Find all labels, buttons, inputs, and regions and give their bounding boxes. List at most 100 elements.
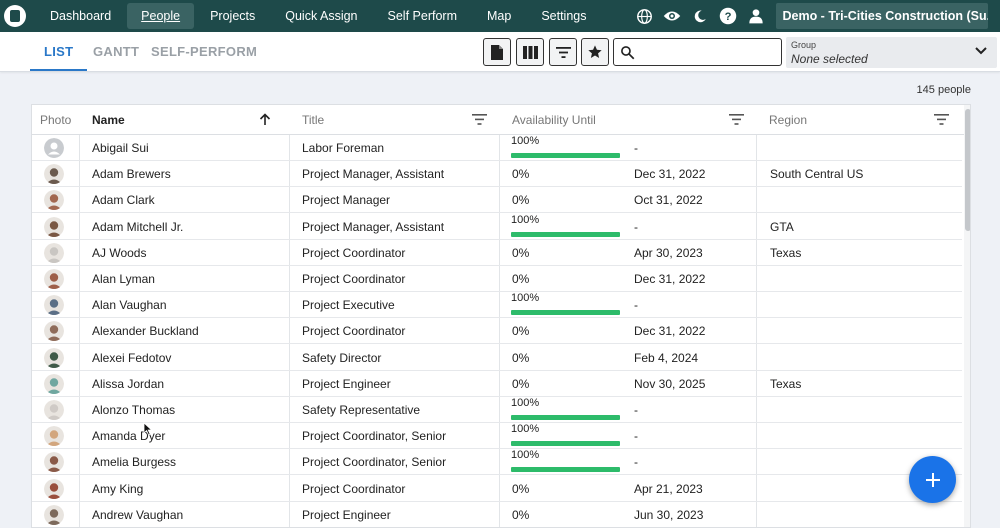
person-title: Project Coordinator — [302, 481, 406, 496]
table-row[interactable]: Adam Mitchell Jr. Project Manager, Assist… — [32, 214, 962, 240]
availability-cell: 100% — [499, 135, 629, 161]
company-selector[interactable]: Demo - Tri-Cities Construction (Su... — [776, 3, 989, 29]
tab-self-perform[interactable]: SELF-PERFORM — [151, 44, 257, 59]
person-name[interactable]: AJ Woods — [92, 240, 282, 266]
user-icon[interactable] — [747, 7, 765, 25]
nav-settings[interactable]: Settings — [527, 3, 600, 29]
availability-percent: 0% — [512, 167, 530, 182]
table-scrollbar[interactable] — [964, 105, 970, 527]
star-icon — [588, 45, 602, 58]
tab-list[interactable]: LIST — [44, 44, 73, 59]
person-name[interactable]: Alexei Fedotov — [92, 345, 282, 371]
person-title: Project Coordinator — [302, 245, 406, 260]
person-title: Safety Representative — [302, 403, 421, 417]
app-logo-icon[interactable] — [4, 5, 26, 27]
availability-date: - — [634, 455, 638, 470]
person-region — [770, 502, 955, 527]
table-row[interactable]: Alexander Buckland Project Coordinator 0% D… — [32, 318, 962, 345]
person-name[interactable]: Andrew Vaughan — [92, 502, 282, 527]
person-name[interactable]: Amanda Dyer — [92, 423, 282, 449]
document-button[interactable] — [483, 38, 511, 66]
moon-icon[interactable] — [691, 7, 709, 25]
person-region — [770, 292, 955, 318]
columns-icon — [522, 45, 538, 59]
person-region: South Central US — [770, 167, 864, 182]
search-icon — [621, 46, 635, 60]
filter-button[interactable] — [549, 38, 577, 66]
person-name[interactable]: Alexander Buckland — [92, 318, 282, 344]
availability-percent: 100% — [511, 135, 540, 147]
add-person-button[interactable] — [909, 456, 956, 503]
person-name[interactable]: Adam Mitchell Jr. — [92, 214, 282, 240]
person-name[interactable]: Amelia Burgess — [92, 449, 282, 475]
table-row[interactable]: Andrew Vaughan Project Engineer 0% Jun 30, … — [32, 502, 962, 527]
header-title[interactable]: Title — [302, 105, 324, 135]
search-input[interactable] — [640, 43, 778, 61]
table-row[interactable]: Alan Lyman Project Coordinator 0% Dec 31, 2… — [32, 266, 962, 292]
table-row[interactable]: Amy King Project Coordinator 0% Apr 21, 202… — [32, 476, 962, 502]
person-name[interactable]: Adam Brewers — [92, 161, 282, 187]
title-filter-icon[interactable] — [472, 114, 487, 125]
availability-date: Dec 31, 2022 — [634, 324, 706, 339]
sort-ascending-icon[interactable] — [259, 113, 271, 126]
availability-bar — [511, 231, 620, 237]
nav-quick-assign[interactable]: Quick Assign — [271, 3, 371, 29]
person-region — [770, 345, 955, 371]
nav-self-perform[interactable]: Self Perform — [374, 3, 471, 29]
availability-bar — [511, 441, 620, 447]
table-row[interactable]: Abigail Sui Labor Foreman 100% - — [32, 135, 962, 161]
document-icon — [491, 44, 503, 60]
person-name[interactable]: Alonzo Thomas — [92, 397, 282, 423]
region-filter-icon[interactable] — [934, 114, 949, 125]
columns-button[interactable] — [516, 38, 544, 66]
group-value: None selected — [791, 52, 868, 66]
table-row[interactable]: Amelia Burgess Project Coordinator, Senio… — [32, 449, 962, 476]
person-region: Texas — [770, 245, 802, 260]
availability-filter-icon[interactable] — [729, 114, 744, 125]
availability-date: Dec 31, 2022 — [634, 167, 706, 182]
availability-percent: 0% — [512, 245, 530, 260]
person-name[interactable]: Abigail Sui — [92, 135, 282, 161]
header-region[interactable]: Region — [769, 105, 807, 135]
table-header: Photo Name Title Availability Until Regi… — [32, 105, 970, 135]
person-name[interactable]: Alan Vaughan — [92, 292, 282, 318]
scrollbar-thumb[interactable] — [965, 109, 970, 231]
table-row[interactable]: Adam Clark Project Manager 0% Oct 31, 2022 — [32, 187, 962, 214]
favorites-button[interactable] — [581, 38, 609, 66]
person-name[interactable]: Alissa Jordan — [92, 371, 282, 397]
person-title: Project Coordinator — [302, 324, 406, 339]
table-row[interactable]: Alan Vaughan Project Executive 100% - — [32, 292, 962, 319]
person-title: Project Manager — [302, 193, 391, 208]
person-name[interactable]: Amy King — [92, 476, 282, 502]
person-region — [770, 266, 955, 292]
availability-bar — [511, 153, 620, 158]
person-name[interactable]: Alan Lyman — [92, 266, 282, 292]
table-row[interactable]: Alonzo Thomas Safety Representative 100% - — [32, 397, 962, 423]
eye-icon[interactable] — [663, 7, 681, 25]
person-region — [770, 397, 955, 423]
person-name[interactable]: Adam Clark — [92, 187, 282, 213]
group-select[interactable]: Group None selected — [786, 37, 997, 68]
help-icon[interactable]: ? — [719, 7, 737, 25]
table-row[interactable]: Amanda Dyer Project Coordinator, Senior 10… — [32, 423, 962, 450]
person-title: Project Coordinator, Senior — [302, 455, 447, 470]
availability-percent: 0% — [512, 376, 530, 391]
header-availability[interactable]: Availability Until — [512, 105, 596, 135]
availability-cell: 100% — [499, 423, 629, 449]
table-row[interactable]: Adam Brewers Project Manager, Assistant 0%… — [32, 161, 962, 188]
nav-people[interactable]: People — [127, 3, 195, 29]
table-row[interactable]: Alissa Jordan Project Engineer 0% Nov 30, 2… — [32, 371, 962, 397]
avatar — [44, 242, 64, 263]
group-label: Group — [791, 40, 817, 50]
table-row[interactable]: Alexei Fedotov Safety Director 0% Feb 4, 20… — [32, 345, 962, 371]
nav-projects[interactable]: Projects — [196, 3, 269, 29]
globe-icon[interactable] — [635, 7, 653, 25]
avatar — [44, 400, 64, 420]
header-name[interactable]: Name — [92, 105, 125, 135]
nav-map[interactable]: Map — [473, 3, 525, 29]
nav-icons: ? — [630, 7, 770, 25]
table-row[interactable]: AJ Woods Project Coordinator 0% Apr 30, 202… — [32, 240, 962, 266]
nav-dashboard[interactable]: Dashboard — [36, 3, 125, 29]
people-table: Photo Name Title Availability Until Regi… — [31, 104, 971, 528]
tab-gantt[interactable]: GANTT — [93, 44, 139, 59]
